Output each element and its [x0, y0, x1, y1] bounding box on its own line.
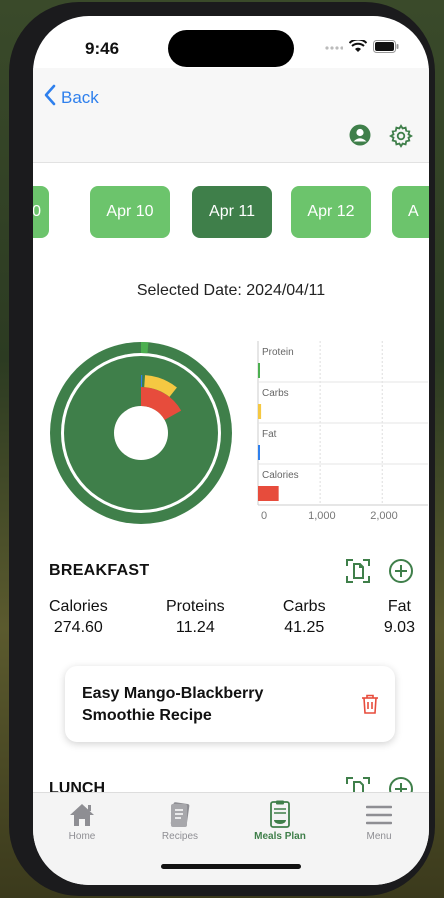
- dynamic-island: [168, 30, 294, 67]
- stat-calories: Calories 274.60: [49, 598, 108, 636]
- bar-protein: [258, 363, 260, 378]
- date-button-apr-12[interactable]: Apr 12: [291, 186, 371, 238]
- nutrition-bar-chart: Protein Carbs Fat Calories 0 1,000 2,000: [253, 341, 429, 528]
- back-label: Back: [61, 87, 99, 107]
- x-tick-label: 2,000: [370, 510, 398, 522]
- navigation-bar: Back: [33, 68, 429, 163]
- tab-recipes[interactable]: Recipes: [140, 801, 220, 842]
- tab-meals-plan[interactable]: Meals Plan: [240, 800, 320, 842]
- stat-carbs: Carbs 41.25: [282, 598, 326, 636]
- app-screen: 9:46 Back 0 Apr 10 Apr 11 Apr 12 A Selec…: [33, 16, 429, 885]
- nav-actions: [349, 124, 413, 153]
- recipe-card[interactable]: Easy Mango-Blackberry Smoothie Recipe: [65, 666, 395, 742]
- tab-home[interactable]: Home: [42, 801, 122, 842]
- tab-menu[interactable]: Menu: [339, 801, 419, 842]
- chevron-left-icon: [43, 84, 57, 111]
- date-button-previous-partial[interactable]: 0: [33, 186, 49, 238]
- category-label: Protein: [262, 347, 294, 358]
- donut-hole: [114, 406, 168, 460]
- signal-icon: [325, 40, 344, 58]
- stat-proteins: Proteins 11.24: [165, 598, 225, 636]
- bar-fat: [258, 445, 260, 460]
- bar-chart-svg: Protein Carbs Fat Calories 0 1,000 2,000: [257, 341, 428, 522]
- x-tick-label: 0: [261, 510, 267, 522]
- back-button[interactable]: Back: [43, 84, 99, 111]
- bar-calories: [258, 486, 279, 501]
- bar-carbs: [258, 404, 262, 419]
- nutrition-donut-chart: [49, 341, 233, 530]
- home-indicator: [161, 864, 301, 869]
- category-label: Carbs: [262, 388, 289, 399]
- trash-icon[interactable]: [361, 694, 379, 719]
- home-icon: [42, 801, 122, 829]
- date-selector: 0 Apr 10 Apr 11 Apr 12 A: [33, 186, 429, 238]
- meals-plan-icon: [240, 800, 320, 829]
- date-label: Apr 11: [209, 203, 255, 220]
- date-button-next-partial[interactable]: A: [392, 186, 429, 238]
- date-button-apr-10[interactable]: Apr 10: [90, 186, 170, 238]
- selected-date-label: Selected Date: 2024/04/11: [136, 282, 326, 299]
- recipe-name: Easy Mango-Blackberry Smoothie Recipe: [82, 685, 264, 724]
- donut-svg: [50, 342, 232, 524]
- date-label: Apr 12: [307, 203, 355, 220]
- wifi-icon: [348, 38, 368, 58]
- status-time: 9:46: [85, 39, 120, 58]
- add-breakfast-icon[interactable]: [388, 558, 414, 589]
- profile-icon[interactable]: [349, 124, 371, 153]
- scan-document-icon[interactable]: [345, 558, 371, 589]
- battery-icon: [373, 40, 399, 58]
- recipes-icon: [140, 801, 220, 829]
- menu-icon: [339, 801, 419, 829]
- date-button-apr-11[interactable]: Apr 11: [192, 186, 272, 238]
- stat-fat: Fat 9.03: [383, 598, 415, 636]
- breakfast-title: BREAKFAST: [49, 562, 150, 579]
- phone-frame: 9:46 Back 0 Apr 10 Apr 11 Apr 12 A Selec…: [9, 2, 435, 896]
- protein-arc: [141, 342, 149, 354]
- tab-bar: Home Recipes Meals Plan Menu: [33, 792, 429, 885]
- category-label: Calories: [262, 470, 299, 481]
- status-icons: [325, 38, 399, 58]
- category-label: Fat: [262, 429, 277, 440]
- breakfast-stats: Calories 274.60 Proteins 11.24 Carbs 41.…: [49, 596, 415, 638]
- date-label: Apr 10: [106, 203, 154, 220]
- gear-icon[interactable]: [389, 124, 413, 153]
- x-tick-label: 1,000: [308, 510, 336, 522]
